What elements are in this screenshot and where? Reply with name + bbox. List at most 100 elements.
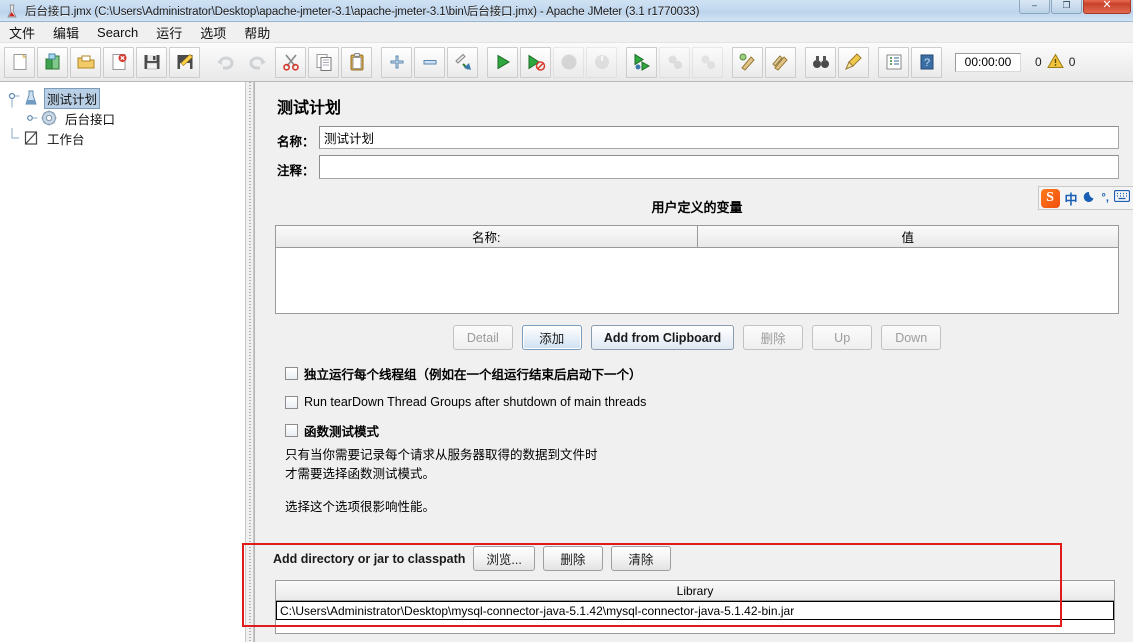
tree-leaf-handle-icon[interactable] [24,108,40,128]
down-button[interactable]: Down [881,325,942,350]
ime-toolbar: S 中 °, [1037,186,1133,210]
active-threads-count: 0 [1035,55,1042,69]
add-from-clipboard-button[interactable]: Add from Clipboard [590,325,735,350]
close-button[interactable]: ✕ [1083,0,1131,14]
paste-clipboard-icon[interactable] [341,46,372,78]
new-document-icon[interactable] [4,46,35,78]
shutdown-icon [586,46,617,78]
checkbox-run-teardown[interactable]: Run tearDown Thread Groups after shutdow… [275,389,1119,415]
user-defined-variables-title: 用户定义的变量 [651,200,743,215]
minimize-button[interactable]: – [1019,0,1050,14]
close-icon: ✕ [1102,0,1112,11]
page-title: 测试计划 [277,100,342,117]
checkbox-serialize-threadgroups[interactable]: 独立运行每个线程组（例如在一个组运行结束后启动下一个） [275,358,1119,389]
undo-icon [209,47,240,78]
reset-search-broom-icon[interactable] [838,46,869,78]
name-field-row: 名称： [275,126,1119,154]
toolbar-separator [618,45,625,79]
library-table[interactable]: Library C:\Users\Administrator\Desktop\m… [275,580,1115,634]
collapse-all-minus-icon[interactable] [414,46,445,78]
search-binoculars-icon[interactable] [805,46,836,78]
split-divider[interactable] [245,82,254,642]
close-document-icon[interactable] [103,46,134,78]
ime-mode-chinese[interactable]: 中 [1065,189,1078,208]
jmeter-window: 后台接口.jmx (C:\Users\Administrator\Desktop… [0,0,1133,642]
tree-node-backend-api[interactable]: 后台接口 [6,108,245,128]
start-play-icon[interactable] [487,46,518,78]
user-defined-variables-table[interactable]: 名称: 值 [275,225,1119,314]
test-plan-tree-pane: 测试计划 后台接口 工作台 [0,82,245,642]
moon-icon[interactable] [1083,189,1097,208]
keyboard-icon[interactable] [1113,189,1131,207]
toggle-icon[interactable] [447,46,478,78]
menu-help[interactable]: 帮助 [235,21,279,44]
checkbox-functional-mode[interactable]: 函数测试模式 [275,415,1119,446]
sogou-logo-icon[interactable]: S [1040,188,1060,208]
svg-text:?: ? [923,57,929,69]
menu-edit[interactable]: 编辑 [44,21,88,44]
save-icon[interactable] [136,46,167,78]
name-input[interactable] [319,126,1119,149]
maximize-button[interactable]: ❐ [1051,0,1082,14]
cut-scissors-icon[interactable] [275,46,306,78]
library-empty-row[interactable] [276,620,1114,633]
toolbar-separator [797,45,804,79]
tree-line-handle-icon [6,128,22,148]
ime-punctuation-toggle[interactable]: °, [1102,192,1109,204]
checkbox-box-icon[interactable] [285,367,298,380]
menu-options[interactable]: 选项 [191,21,235,44]
checkbox-functional-mode-label: 函数测试模式 [304,425,380,439]
test-plan-editor: 测试计划 名称： 注释： 用户定义的变量 名称: 值 [255,82,1133,517]
classpath-clear-button[interactable]: 清除 [610,546,671,571]
classpath-delete-button[interactable]: 删除 [542,546,603,571]
function-helper-icon[interactable] [878,46,909,78]
checkbox-box-icon[interactable] [285,395,298,409]
library-row[interactable]: C:\Users\Administrator\Desktop\mysql-con… [276,601,1114,620]
start-remote-all-icon[interactable] [626,46,657,78]
open-folder-icon[interactable] [70,46,101,78]
toolbar-separator [201,45,208,79]
copy-icon[interactable] [308,46,339,78]
tree-node-workbench[interactable]: 工作台 [6,128,245,148]
menu-run[interactable]: 运行 [147,21,191,44]
menu-file[interactable]: 文件 [0,21,44,44]
start-no-pauses-icon[interactable] [520,46,551,78]
menu-search[interactable]: Search [88,23,147,42]
expand-all-plus-icon[interactable] [381,46,412,78]
variable-actions-row: Detail 添加 Add from Clipboard 删除 Up Down [275,314,1119,358]
thread-counter: 0 0 [1035,52,1075,72]
name-label: 名称： [277,135,315,149]
tree-label-test-plan: 测试计划 [44,87,101,109]
stop-icon [553,46,584,78]
toolbar-separator [479,45,486,79]
warning-triangle-icon[interactable] [1046,52,1064,72]
tree-expand-handle-icon[interactable] [6,88,22,108]
save-as-icon[interactable] [169,46,200,78]
templates-icon[interactable] [37,46,68,78]
clear-icon[interactable] [732,46,763,78]
column-header-name[interactable]: 名称: [276,226,697,247]
toolbar-separator [870,45,877,79]
clear-all-icon[interactable] [765,46,796,78]
test-plan-tree: 测试计划 后台接口 工作台 [0,82,245,148]
checkbox-box-icon[interactable] [285,424,298,437]
add-button[interactable]: 添加 [521,325,582,350]
comment-input[interactable] [319,155,1119,179]
split-divider-grip [249,82,251,642]
maximize-icon: ❐ [1062,0,1071,10]
note-spacer [285,484,1119,498]
classpath-section: Add directory or jar to classpath 浏览... … [254,537,1133,642]
browse-button[interactable]: 浏览... [473,546,535,571]
up-button[interactable]: Up [812,325,873,350]
thread-group-icon [40,109,58,127]
detail-button[interactable]: Detail [452,325,513,350]
help-book-icon[interactable]: ? [911,46,942,78]
note-line-2: 才需要选择函数测试模式。 [285,467,436,481]
delete-button[interactable]: 删除 [743,325,804,350]
toolbar-separator [724,45,731,79]
library-column-header[interactable]: Library [276,581,1114,601]
tree-node-test-plan[interactable]: 测试计划 [6,87,245,109]
column-header-value[interactable]: 值 [696,226,1119,247]
redo-icon [242,47,273,78]
checkbox-serialize-threadgroups-label: 独立运行每个线程组（例如在一个组运行结束后启动下一个） [304,368,642,382]
